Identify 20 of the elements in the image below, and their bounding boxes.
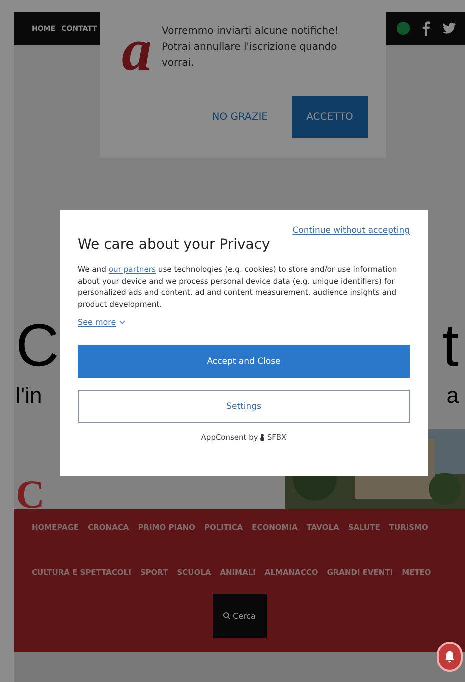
chevron-down-icon bbox=[119, 320, 126, 325]
headline-fragment: l'in bbox=[16, 382, 42, 410]
twitter-icon[interactable] bbox=[442, 21, 457, 36]
decline-button[interactable]: NO GRAZIE bbox=[206, 110, 274, 124]
headline-fragment: a bbox=[446, 382, 459, 410]
see-more-link[interactable]: See more bbox=[78, 318, 116, 327]
search-button[interactable]: Cerca bbox=[212, 594, 266, 638]
settings-button[interactable]: Settings bbox=[78, 390, 410, 423]
accept-and-close-button[interactable]: Accept and Close bbox=[78, 345, 410, 378]
notification-message: Vorremmo inviarti alcune notifiche! Potrai annullare l'iscrizione quando vorrai. bbox=[162, 25, 340, 71]
headline-letter: t bbox=[442, 311, 459, 381]
search-icon bbox=[223, 612, 232, 620]
brand-logo-icon bbox=[260, 433, 266, 442]
dialog-title: We care about your Privacy bbox=[78, 236, 272, 254]
accept-button[interactable]: ACCETTO bbox=[292, 96, 368, 138]
headline-letter: C bbox=[16, 311, 60, 381]
continue-without-accepting-link[interactable]: Continue without accepting bbox=[292, 226, 410, 236]
bell-icon bbox=[443, 650, 457, 664]
logo-letter: C bbox=[16, 481, 45, 509]
logo-letter: a bbox=[122, 20, 152, 80]
